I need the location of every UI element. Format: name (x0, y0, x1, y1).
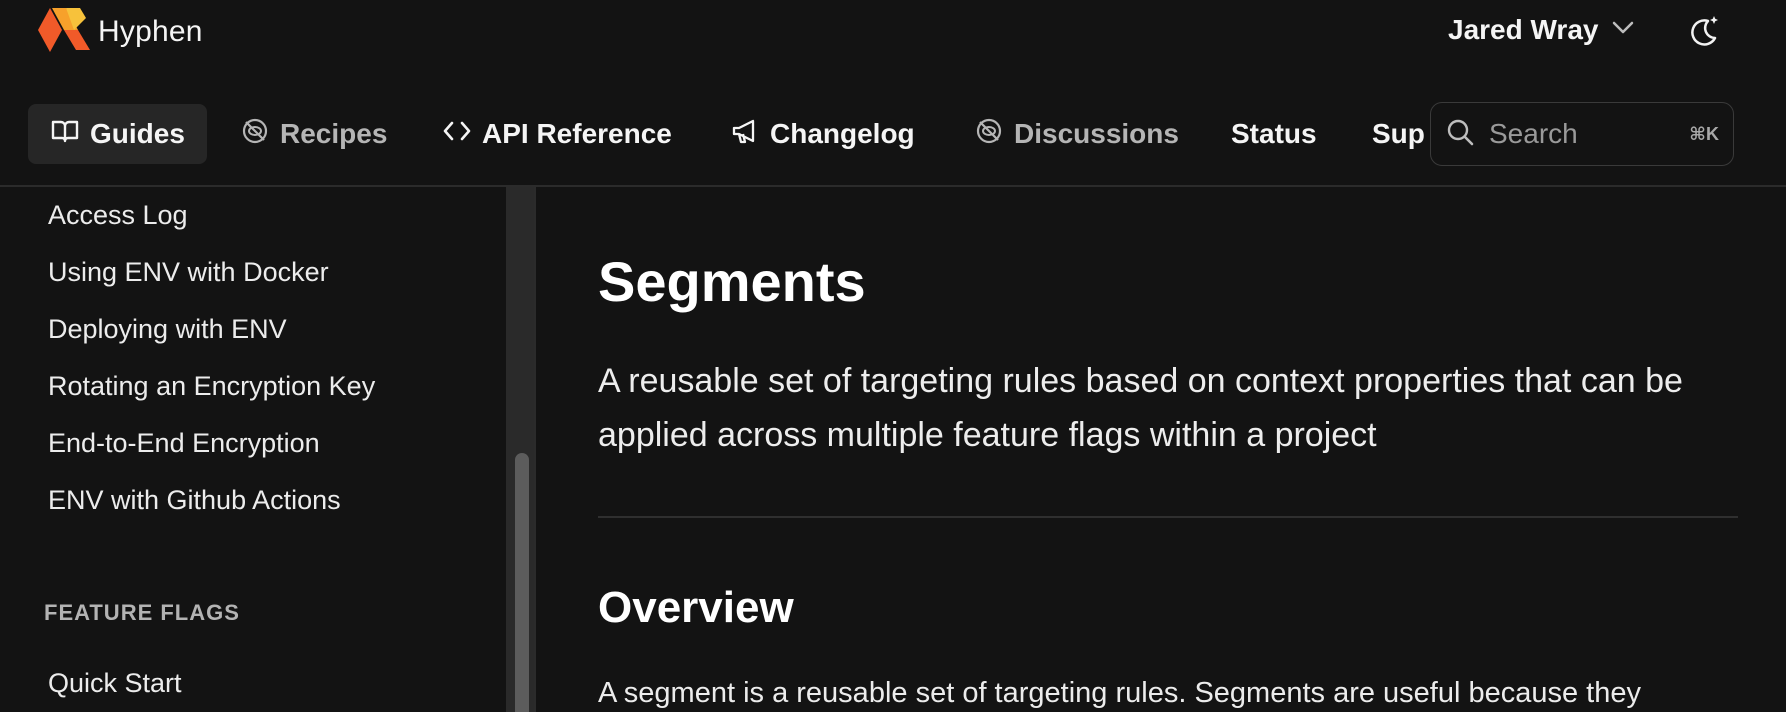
sidebar-item-using-env-docker[interactable]: Using ENV with Docker (48, 257, 329, 288)
chevron-down-icon (1598, 21, 1634, 40)
theme-toggle-button[interactable] (1684, 12, 1724, 52)
tab-guides[interactable]: Guides (28, 104, 207, 164)
search-shortcut: ⌘K (1689, 123, 1719, 144)
search-placeholder: Search (1489, 118, 1578, 149)
page-lead: A reusable set of targeting rules based … (598, 362, 1683, 454)
content-divider (534, 187, 536, 712)
overview-paragraph: A segment is a reusable set of targeting… (598, 677, 1641, 709)
sidebar-item-access-log[interactable]: Access Log (48, 200, 188, 231)
sidebar-item-deploying-env[interactable]: Deploying with ENV (48, 314, 287, 345)
tab-recipes[interactable]: Recipes (240, 104, 387, 164)
sidebar-item-rotating-key[interactable]: Rotating an Encryption Key (48, 371, 375, 402)
tab-support[interactable]: Sup (1372, 104, 1425, 164)
nav-tabs: Guides Recipes API Reference Changelog D… (0, 100, 1430, 170)
sidebar-item-quick-start[interactable]: Quick Start (48, 668, 182, 699)
overview-heading: Overview (598, 583, 794, 632)
megaphone-icon (730, 116, 770, 153)
sidebar: Access Log Using ENV with Docker Deployi… (0, 187, 506, 712)
main-content: Segments A reusable set of targeting rul… (598, 187, 1738, 712)
tab-label: Changelog (770, 118, 915, 149)
tab-label: Status (1231, 118, 1317, 149)
tab-label: Guides (90, 118, 185, 149)
eye-off-icon (240, 116, 280, 153)
search-box[interactable]: Search ⌘K (1430, 102, 1734, 166)
tab-label: Recipes (280, 118, 388, 149)
sidebar-section-heading: FEATURE FLAGS (44, 600, 240, 625)
user-menu[interactable]: Jared Wray (1448, 14, 1634, 46)
docs-page: Hyphen Jared Wray Guides Recipes API Ref… (0, 0, 1786, 712)
moon-icon (1684, 16, 1724, 56)
tab-discussions[interactable]: Discussions (974, 104, 1179, 164)
code-icon (442, 116, 482, 153)
book-open-icon (50, 116, 90, 153)
eye-off-icon (974, 116, 1014, 153)
main-nav: Guides Recipes API Reference Changelog D… (0, 100, 1786, 170)
page-title: Segments (598, 250, 866, 313)
tab-label: API Reference (482, 118, 672, 149)
tab-label: Sup (1372, 118, 1425, 149)
brand-name: Hyphen (98, 14, 203, 48)
tab-status[interactable]: Status (1231, 104, 1317, 164)
section-divider (598, 516, 1738, 518)
search-icon (1445, 117, 1475, 152)
sidebar-item-e2e-encryption[interactable]: End-to-End Encryption (48, 428, 320, 459)
tab-api-reference[interactable]: API Reference (442, 104, 672, 164)
top-bar: Hyphen Jared Wray (0, 0, 1786, 60)
sidebar-item-env-github-actions[interactable]: ENV with Github Actions (48, 485, 341, 516)
hyphen-logo-icon (36, 4, 92, 59)
tab-changelog[interactable]: Changelog (730, 104, 915, 164)
sidebar-scrollbar-thumb[interactable] (515, 453, 529, 712)
brand-logo-link[interactable]: Hyphen (36, 4, 203, 59)
tab-label: Discussions (1014, 118, 1179, 149)
user-name: Jared Wray (1448, 14, 1599, 45)
